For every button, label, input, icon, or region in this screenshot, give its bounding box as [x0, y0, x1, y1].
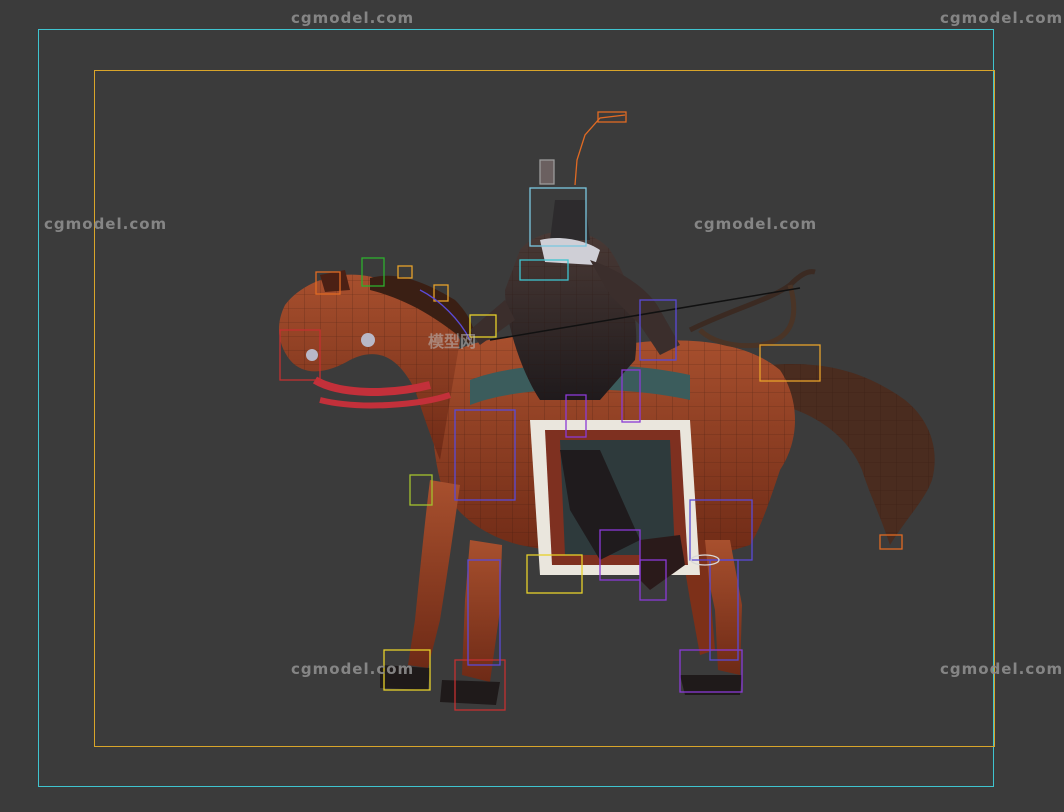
character-model[interactable]: [0, 0, 1064, 812]
watermark-mid-left: cgmodel.com: [44, 215, 168, 233]
center-watermark: 模型网: [428, 332, 477, 351]
watermark-top-left: cgmodel.com: [291, 9, 415, 27]
horse-tail: [770, 364, 935, 545]
watermark-top-right: cgmodel.com: [940, 9, 1064, 27]
3d-viewport[interactable]: 模型网 cgmodel.com cgmodel.com cgmodel.com …: [0, 0, 1064, 812]
watermark-bottom-left: cgmodel.com: [291, 660, 415, 678]
watermark-bottom-right: cgmodel.com: [940, 660, 1064, 678]
watermark-mid-right: cgmodel.com: [694, 215, 818, 233]
